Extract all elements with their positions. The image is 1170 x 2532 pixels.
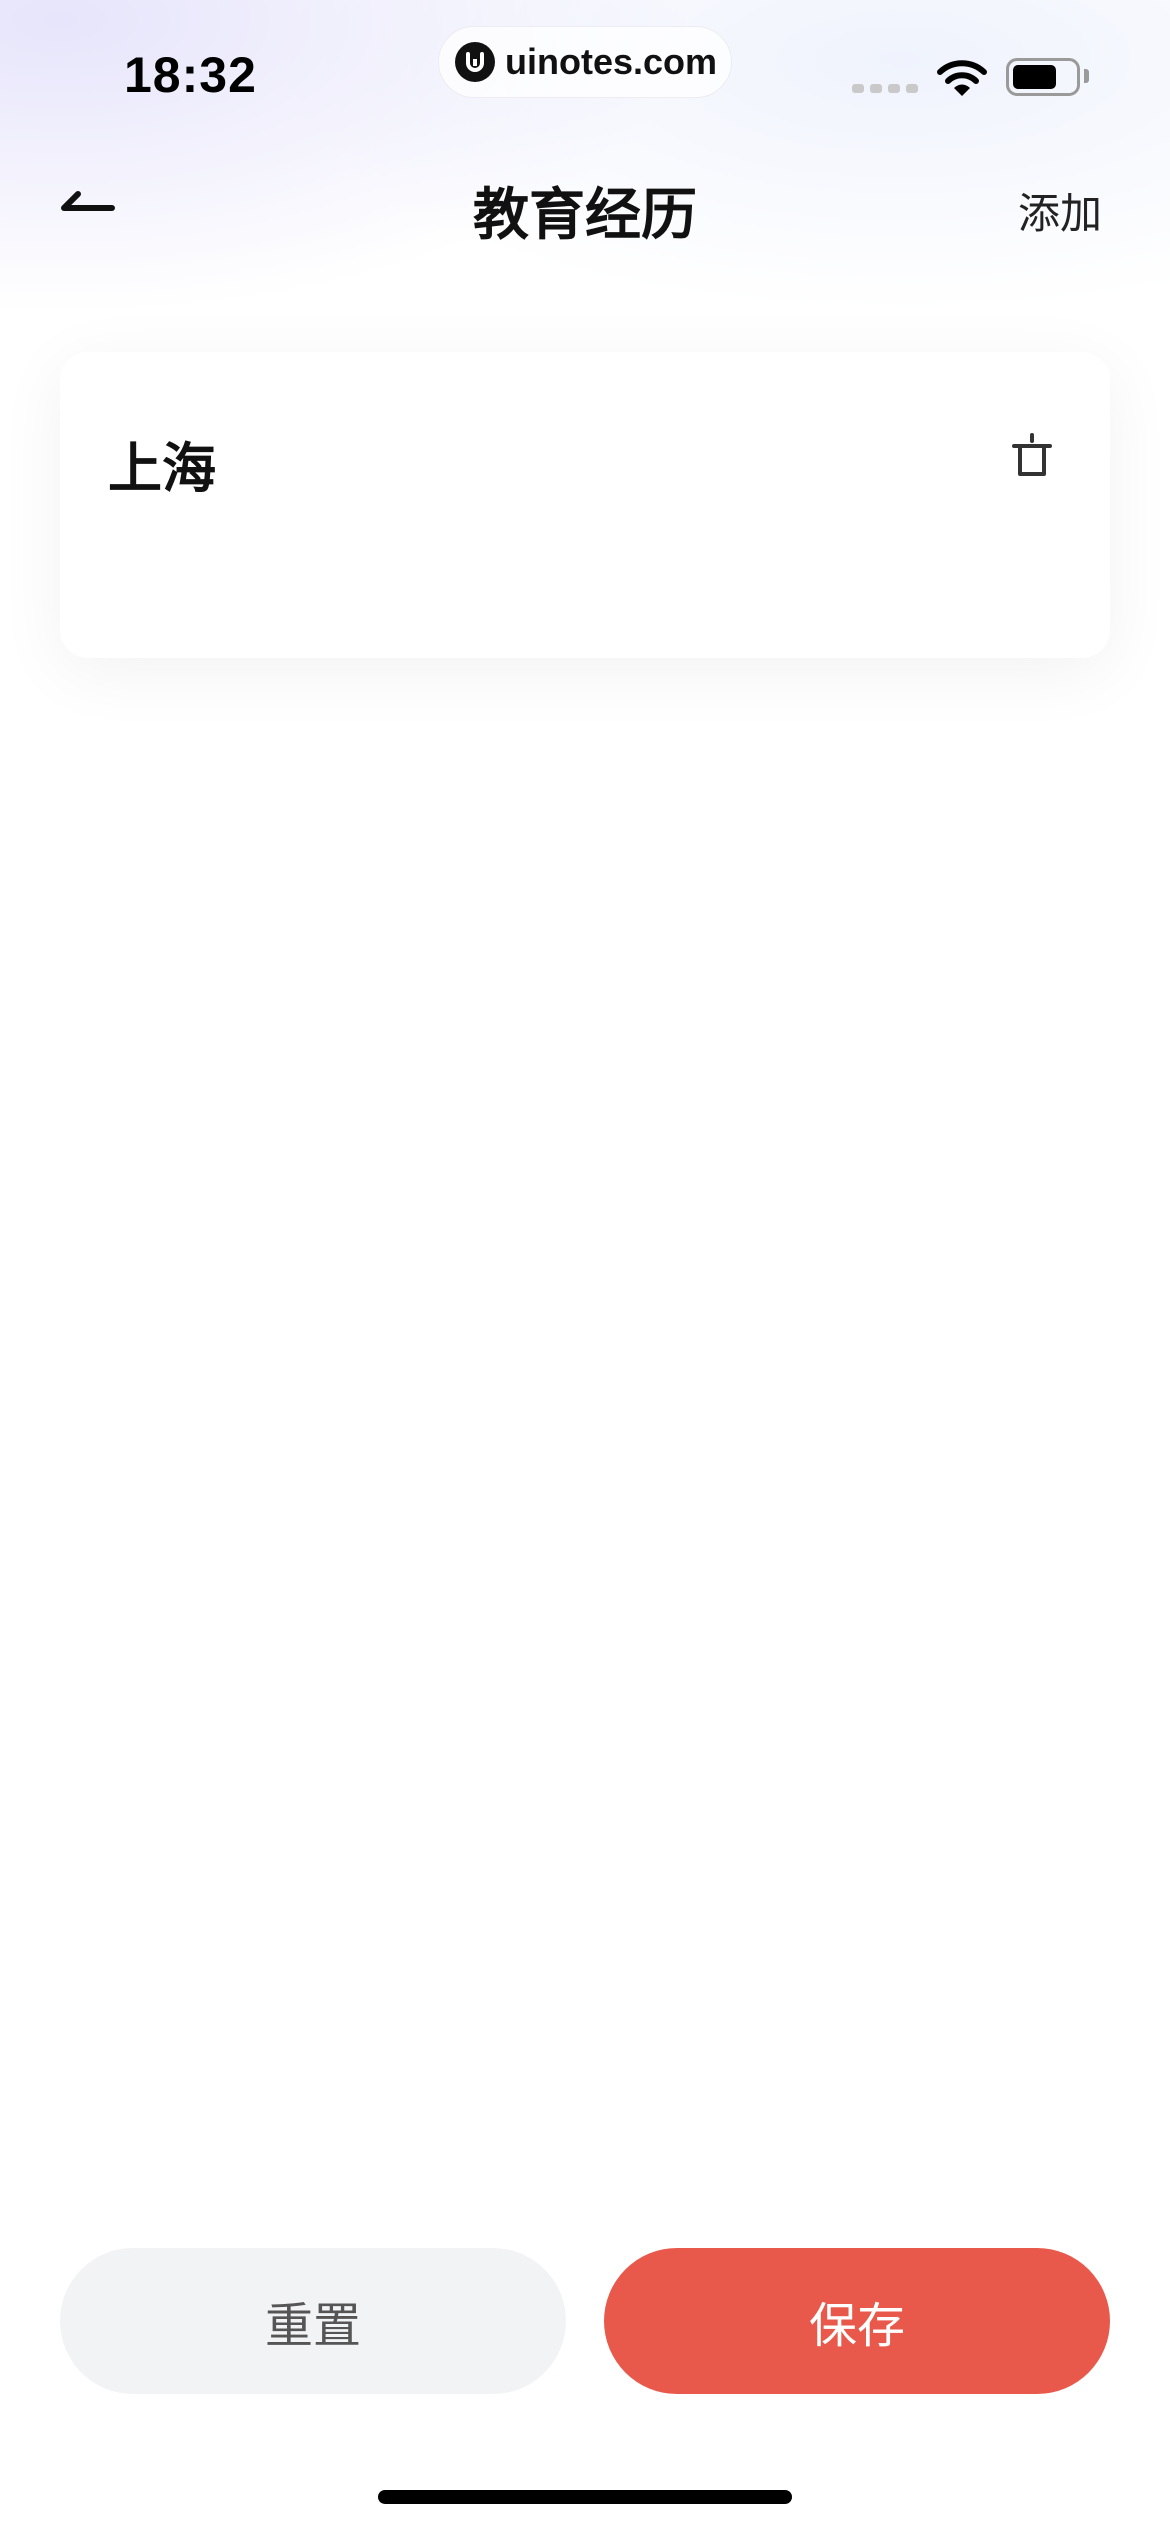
- trash-icon: [1012, 433, 1052, 476]
- education-entry-card[interactable]: 上海: [60, 352, 1110, 658]
- battery-cap: [1084, 69, 1089, 83]
- battery-icon: [1006, 58, 1080, 96]
- screen: 18:32 uinotes.com 教育经历 添加 上海 重置 保存: [0, 0, 1170, 2532]
- status-time: 18:32: [124, 47, 257, 103]
- entry-name: 上海: [108, 437, 216, 500]
- uinotes-logo-icon: [455, 42, 495, 82]
- signal-icon: [852, 84, 918, 93]
- wifi-icon: [936, 58, 988, 102]
- url-pill[interactable]: uinotes.com: [438, 26, 732, 98]
- page-title: 教育经历: [473, 183, 697, 248]
- url-text: uinotes.com: [505, 41, 718, 82]
- reset-button[interactable]: 重置: [60, 2248, 566, 2394]
- add-button[interactable]: 添加: [1018, 180, 1102, 241]
- save-button[interactable]: 保存: [604, 2248, 1110, 2394]
- home-indicator[interactable]: [378, 2490, 792, 2504]
- delete-entry-button[interactable]: [1004, 428, 1060, 484]
